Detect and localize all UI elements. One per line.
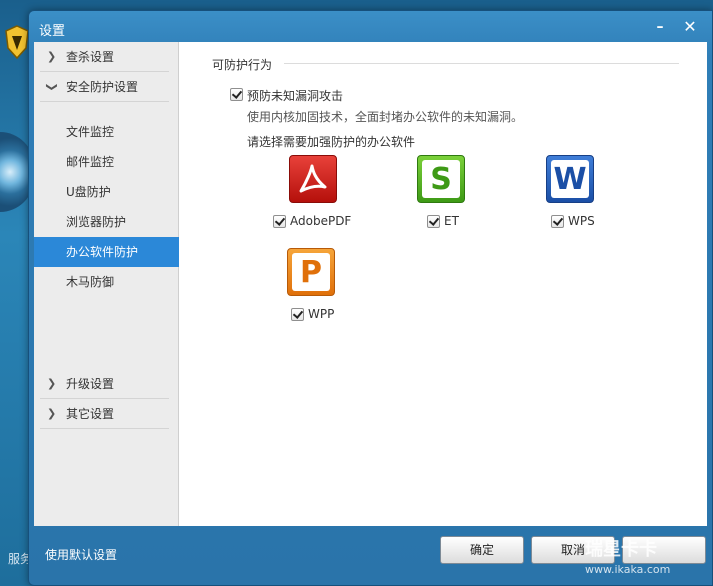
- close-icon: ✕: [683, 17, 697, 36]
- wps-writer-icon: W: [546, 155, 594, 203]
- wpp-label[interactable]: WPP: [308, 307, 334, 321]
- close-button[interactable]: ✕: [679, 18, 701, 36]
- adobepdf-label[interactable]: AdobePDF: [290, 214, 351, 228]
- wps-letter-w: W: [551, 160, 589, 198]
- sidebar-group-label: 升级设置: [66, 377, 115, 391]
- section-title: 可防护行为: [212, 58, 273, 72]
- option-description: 使用内核加固技术，全面封堵办公软件的未知漏洞。: [247, 110, 524, 124]
- adobe-pdf-icon: [289, 155, 337, 203]
- sidebar-item-trojan-defense[interactable]: 木马防御: [34, 267, 179, 297]
- wps-checkbox[interactable]: [551, 215, 564, 228]
- sidebar-item-mail-monitor[interactable]: 邮件监控: [34, 147, 179, 177]
- chevron-right-icon: ❯: [47, 50, 57, 63]
- watermark-title: 瑞星卡卡: [585, 539, 657, 560]
- sidebar-item-label: 邮件监控: [66, 155, 115, 169]
- use-default-settings-link[interactable]: 使用默认设置: [45, 546, 117, 563]
- chevron-right-icon: ❯: [47, 377, 57, 390]
- chevron-right-icon: ❯: [47, 407, 57, 420]
- adobepdf-checkbox[interactable]: [273, 215, 286, 228]
- title-bar[interactable]: 设置 – ✕: [29, 11, 712, 43]
- sidebar-item-label: 木马防御: [66, 275, 115, 289]
- settings-sidebar: ❯ 查杀设置 ❯ 安全防护设置 文件监控 邮件监控 U盘防护 浏览器防护 办公软…: [34, 42, 185, 526]
- watermark-url: www.ikaka.com: [585, 563, 671, 576]
- watermark: 瑞星卡卡 www.ikaka.com: [585, 540, 713, 586]
- wpp-checkbox[interactable]: [291, 308, 304, 321]
- sidebar-item-label: 办公软件防护: [66, 245, 139, 259]
- et-spreadsheet-icon: S: [417, 155, 465, 203]
- wps-label[interactable]: WPS: [568, 214, 595, 228]
- sidebar-group-upgrade[interactable]: ❯ 升级设置: [34, 369, 179, 399]
- sidebar-item-label: 浏览器防护: [66, 215, 127, 229]
- prevent-unknown-exploit-checkbox[interactable]: [230, 88, 243, 101]
- wpp-presentation-icon: P: [287, 248, 335, 296]
- sidebar-group-label: 查杀设置: [66, 50, 115, 64]
- dialog-title: 设置: [39, 24, 66, 39]
- et-letter-s: S: [422, 160, 460, 198]
- sidebar-group-protection[interactable]: ❯ 安全防护设置: [34, 72, 179, 102]
- minimize-icon: –: [656, 19, 664, 35]
- ok-button[interactable]: 确定: [440, 536, 524, 564]
- sidebar-item-label: U盘防护: [66, 185, 111, 199]
- apps-prompt: 请选择需要加强防护的办公软件: [247, 135, 416, 149]
- sidebar-item-office-protection[interactable]: 办公软件防护: [34, 237, 185, 267]
- minimize-button[interactable]: –: [649, 18, 671, 36]
- prevent-unknown-exploit-label[interactable]: 预防未知漏洞攻击: [247, 87, 343, 104]
- section-divider: [284, 63, 679, 64]
- app-shield-icon: [4, 24, 30, 60]
- et-label[interactable]: ET: [444, 214, 459, 228]
- sidebar-group-label: 安全防护设置: [66, 80, 139, 94]
- sidebar-group-other[interactable]: ❯ 其它设置: [34, 399, 179, 429]
- sidebar-item-label: 文件监控: [66, 125, 115, 139]
- chevron-down-icon: ❯: [45, 82, 59, 92]
- main-panel: 可防护行为 预防未知漏洞攻击 使用内核加固技术，全面封堵办公软件的未知漏洞。 请…: [179, 42, 707, 526]
- sidebar-item-file-monitor[interactable]: 文件监控: [34, 117, 179, 147]
- sidebar-group-label: 其它设置: [66, 407, 115, 421]
- et-checkbox[interactable]: [427, 215, 440, 228]
- settings-dialog: 设置 – ✕ ❯ 查杀设置 ❯ 安全防护设置 文件监控 邮件监控 U盘防护 浏览…: [28, 10, 713, 586]
- sidebar-item-usb-protection[interactable]: U盘防护: [34, 177, 179, 207]
- sidebar-item-browser-protection[interactable]: 浏览器防护: [34, 207, 179, 237]
- sidebar-group-scan[interactable]: ❯ 查杀设置: [34, 42, 179, 72]
- wpp-letter-p: P: [292, 253, 330, 291]
